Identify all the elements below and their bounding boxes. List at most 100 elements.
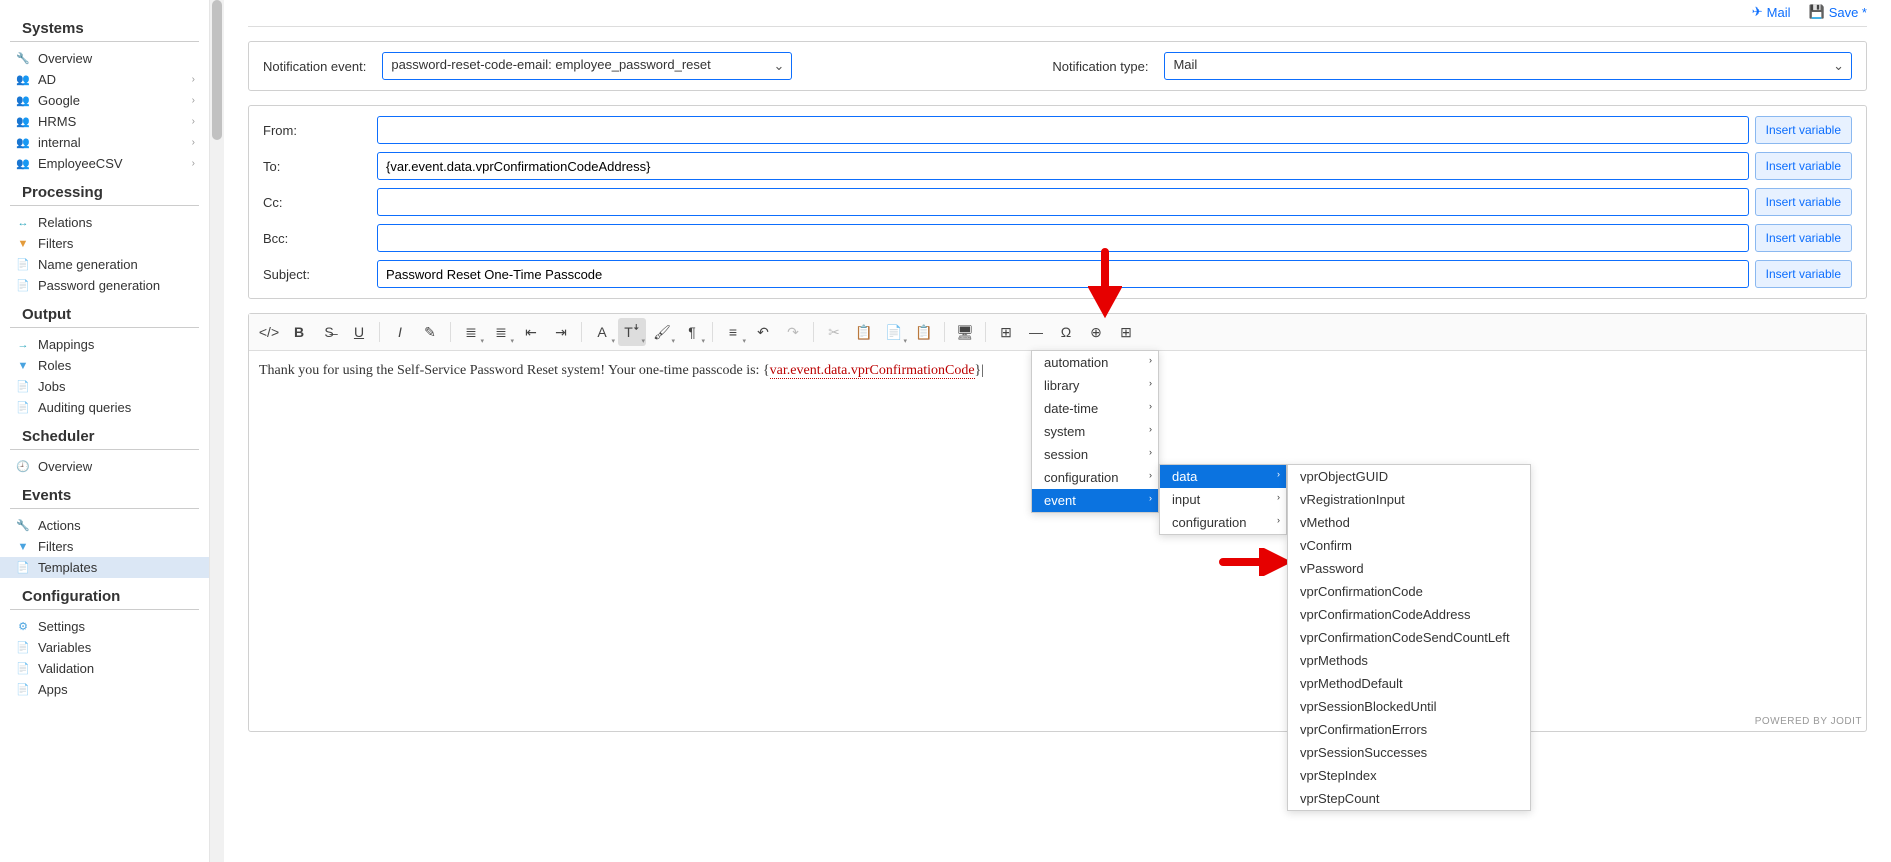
sidebar-item-auditing-queries[interactable]: 📄Auditing queries: [0, 397, 209, 418]
sidebar-item-relations[interactable]: ↔Relations: [0, 212, 209, 233]
toolbar-button[interactable]: ≣: [487, 318, 515, 346]
menu-item-vconfirm[interactable]: vConfirm: [1288, 534, 1530, 557]
sidebar-item-templates[interactable]: 📄Templates: [0, 557, 209, 578]
menu-item-automation[interactable]: automation›: [1032, 351, 1158, 374]
sidebar-item-hrms[interactable]: 👥HRMS›: [0, 111, 209, 132]
toolbar-separator: [813, 322, 814, 342]
menu-item-vprconfirmationcodesendcountleft[interactable]: vprConfirmationCodeSendCountLeft: [1288, 626, 1530, 649]
sidebar-item-variables[interactable]: 📄Variables: [0, 637, 209, 658]
toolbar-button[interactable]: ⊞: [992, 318, 1020, 346]
toolbar-button[interactable]: ✎: [416, 318, 444, 346]
menu-item-configuration[interactable]: configuration›: [1160, 511, 1286, 534]
toolbar-button[interactable]: A: [588, 318, 616, 346]
sidebar-item-ad[interactable]: 👥AD›: [0, 69, 209, 90]
toolbar-button[interactable]: I: [386, 318, 414, 346]
menu-item-system[interactable]: system›: [1032, 420, 1158, 443]
toolbar-button: ✂: [820, 318, 848, 346]
sidebar-item-label: Password generation: [38, 278, 160, 293]
field-input-cc[interactable]: [377, 188, 1749, 216]
sidebar-item-filters[interactable]: ▼Filters: [0, 536, 209, 557]
field-label: To:: [263, 159, 367, 174]
toolbar-button[interactable]: ≣: [457, 318, 485, 346]
chevron-right-icon: ›: [192, 137, 195, 148]
menu-item-vprmethods[interactable]: vprMethods: [1288, 649, 1530, 672]
sidebar-item-icon: 📄: [14, 641, 32, 654]
sidebar-item-validation[interactable]: 📄Validation: [0, 658, 209, 679]
sidebar-item-password-generation[interactable]: 📄Password generation: [0, 275, 209, 296]
menu-item-vprstepcount[interactable]: vprStepCount: [1288, 787, 1530, 810]
toolbar-button[interactable]: 📄: [880, 318, 908, 346]
menu-item-vprconfirmationcodeaddress[interactable]: vprConfirmationCodeAddress: [1288, 603, 1530, 626]
toolbar-button[interactable]: S̶: [315, 318, 343, 346]
menu-item-vpassword[interactable]: vPassword: [1288, 557, 1530, 580]
toolbar-button[interactable]: B: [285, 318, 313, 346]
menu-item-vprconfirmationerrors[interactable]: vprConfirmationErrors: [1288, 718, 1530, 741]
field-input-bcc[interactable]: [377, 224, 1749, 252]
toolbar-button[interactable]: ↶: [749, 318, 777, 346]
menu-item-session[interactable]: session›: [1032, 443, 1158, 466]
menu-item-data[interactable]: data›: [1160, 465, 1286, 488]
toolbar-button[interactable]: 🖥: [951, 318, 979, 346]
sidebar-item-icon: 👥: [14, 157, 32, 170]
toolbar-button[interactable]: 📋: [910, 318, 938, 346]
menu-item-vregistrationinput[interactable]: vRegistrationInput: [1288, 488, 1530, 511]
notification-event-select[interactable]: password-reset-code-email: employee_pass…: [382, 52, 792, 80]
menu-item-vprstepindex[interactable]: vprStepIndex: [1288, 764, 1530, 787]
variable-menu-level2: data›input›configuration›: [1159, 464, 1287, 535]
toolbar-button[interactable]: Ω: [1052, 318, 1080, 346]
sidebar-item-employeecsv[interactable]: 👥EmployeeCSV›: [0, 153, 209, 174]
fields-card: From:Insert variableTo:Insert variableCc…: [248, 105, 1867, 299]
save-link[interactable]: 💾Save *: [1809, 4, 1868, 20]
menu-item-vprsessionsuccesses[interactable]: vprSessionSuccesses: [1288, 741, 1530, 764]
menu-item-vprmethoddefault[interactable]: vprMethodDefault: [1288, 672, 1530, 695]
menu-item-date-time[interactable]: date-time›: [1032, 397, 1158, 420]
insert-variable-button[interactable]: ⊕: [1082, 318, 1110, 346]
menu-item-library[interactable]: library›: [1032, 374, 1158, 397]
toolbar-button[interactable]: U: [345, 318, 373, 346]
sidebar: Systems🔧Overview👥AD›👥Google›👥HRMS›👥inter…: [0, 0, 210, 862]
sidebar-item-overview[interactable]: 🕘Overview: [0, 456, 209, 477]
toolbar-separator: [985, 322, 986, 342]
menu-item-configuration[interactable]: configuration›: [1032, 466, 1158, 489]
sidebar-item-icon: 📄: [14, 258, 32, 271]
menu-item-input[interactable]: input›: [1160, 488, 1286, 511]
field-input-to[interactable]: [377, 152, 1749, 180]
field-input-subject[interactable]: [377, 260, 1749, 288]
insert-variable-button[interactable]: Insert variable: [1755, 116, 1852, 144]
sidebar-item-overview[interactable]: 🔧Overview: [0, 48, 209, 69]
insert-variable-button[interactable]: Insert variable: [1755, 152, 1852, 180]
menu-item-vprsessionblockeduntil[interactable]: vprSessionBlockedUntil: [1288, 695, 1530, 718]
sidebar-item-filters[interactable]: ▼Filters: [0, 233, 209, 254]
insert-variable-button[interactable]: Insert variable: [1755, 260, 1852, 288]
menu-item-vprobjectguid[interactable]: vprObjectGUID: [1288, 465, 1530, 488]
scrollbar[interactable]: [210, 0, 224, 862]
sidebar-item-apps[interactable]: 📄Apps: [0, 679, 209, 700]
toolbar-button[interactable]: —: [1022, 318, 1050, 346]
toolbar-button[interactable]: ⊞: [1112, 318, 1140, 346]
mail-link[interactable]: ✈Mail: [1752, 4, 1791, 20]
toolbar-button[interactable]: Tꜜ: [618, 318, 646, 346]
sidebar-item-name-generation[interactable]: 📄Name generation: [0, 254, 209, 275]
sidebar-item-mappings[interactable]: →Mappings: [0, 334, 209, 355]
menu-item-event[interactable]: event›: [1032, 489, 1158, 512]
menu-item-vprconfirmationcode[interactable]: vprConfirmationCode: [1288, 580, 1530, 603]
toolbar-button[interactable]: ⇥: [547, 318, 575, 346]
sidebar-item-label: Overview: [38, 51, 92, 66]
sidebar-item-settings[interactable]: ⚙Settings: [0, 616, 209, 637]
sidebar-item-jobs[interactable]: 📄Jobs: [0, 376, 209, 397]
sidebar-item-internal[interactable]: 👥internal›: [0, 132, 209, 153]
sidebar-item-roles[interactable]: ▼Roles: [0, 355, 209, 376]
toolbar-button[interactable]: 🖌: [648, 318, 676, 346]
toolbar-button[interactable]: ⇤: [517, 318, 545, 346]
toolbar-button[interactable]: ≡: [719, 318, 747, 346]
notification-type-select[interactable]: Mail: [1164, 52, 1852, 80]
sidebar-item-google[interactable]: 👥Google›: [0, 90, 209, 111]
sidebar-item-actions[interactable]: 🔧Actions: [0, 515, 209, 536]
toolbar-button[interactable]: ¶: [678, 318, 706, 346]
insert-variable-button[interactable]: Insert variable: [1755, 224, 1852, 252]
field-input-from[interactable]: [377, 116, 1749, 144]
sidebar-group-header: Scheduler: [10, 422, 199, 450]
toolbar-button[interactable]: </>: [255, 318, 283, 346]
menu-item-vmethod[interactable]: vMethod: [1288, 511, 1530, 534]
insert-variable-button[interactable]: Insert variable: [1755, 188, 1852, 216]
